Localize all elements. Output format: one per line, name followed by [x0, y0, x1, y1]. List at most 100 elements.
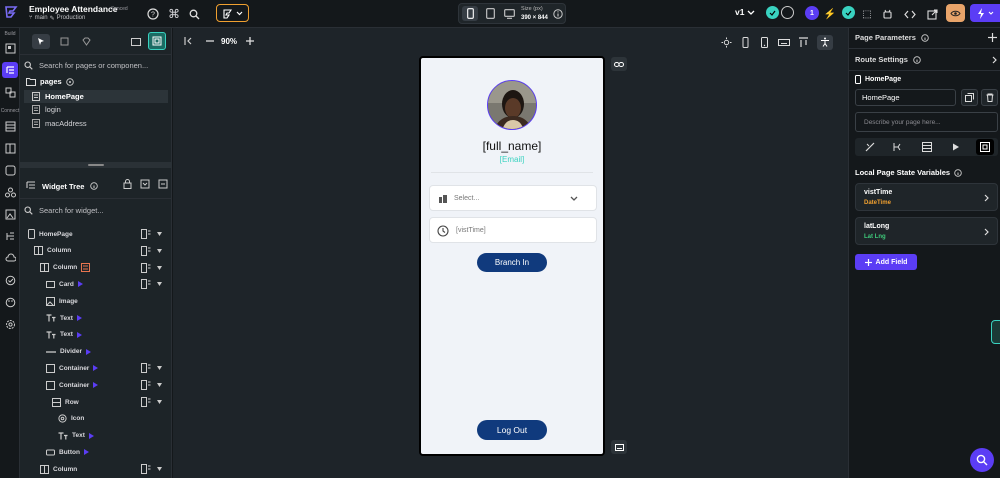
info-icon[interactable] [90, 182, 99, 190]
route-settings-header[interactable]: Route Settings [855, 55, 997, 64]
wrap-widget-icon[interactable] [141, 380, 162, 391]
help-icon[interactable]: ? [145, 6, 161, 22]
state-variable-latLong[interactable]: latLong Lat Lng [855, 217, 998, 245]
zoom-out-button[interactable] [204, 35, 216, 47]
search-icon[interactable] [186, 6, 202, 22]
app-state-nav-icon[interactable] [2, 140, 18, 156]
pages-nav-icon[interactable] [2, 40, 18, 56]
tree-row-text[interactable]: Text [46, 310, 168, 326]
zoom-level[interactable]: 90% [221, 37, 237, 46]
collaborator-avatars[interactable] [766, 6, 794, 20]
phone-device-button[interactable] [462, 6, 478, 21]
collapse-panel-icon[interactable] [183, 35, 195, 47]
tests-nav-icon[interactable] [2, 272, 18, 288]
zoom-in-button[interactable] [244, 35, 256, 47]
tree-row-container[interactable]: Container [46, 360, 168, 376]
firestore-nav-icon[interactable] [2, 162, 18, 178]
help-chat-button[interactable] [970, 448, 994, 472]
android-icon[interactable] [879, 6, 895, 22]
warning-icon[interactable] [81, 263, 91, 273]
sun-icon[interactable] [721, 37, 732, 48]
wrap-widget-icon[interactable] [141, 245, 162, 256]
tree-row-container[interactable]: Container [46, 377, 168, 393]
page-name-field[interactable]: HomePage [855, 89, 956, 106]
code-icon[interactable] [902, 6, 918, 22]
extension-icon[interactable]: ⬚ [859, 6, 875, 22]
state-variable-vistTime[interactable]: vistTime DateTime [855, 183, 998, 211]
page-item-macaddress[interactable]: macAddress [24, 117, 168, 130]
tree-row-icon[interactable]: Icon [58, 411, 168, 427]
widget-search-input[interactable]: Search for widget... [24, 202, 168, 218]
expand-arrow-icon[interactable] [77, 281, 83, 288]
add-page-button[interactable] [148, 32, 166, 50]
components-nav-icon[interactable] [2, 84, 18, 100]
tree-row-image[interactable]: Image [46, 293, 168, 309]
device-size-value[interactable]: 390 × 844 [521, 15, 548, 21]
expand-arrow-icon[interactable] [93, 365, 99, 372]
check-circle-icon[interactable] [842, 6, 855, 19]
info-icon[interactable] [550, 6, 566, 22]
tree-row-column[interactable]: Column [34, 243, 168, 259]
accessibility-tool[interactable] [817, 34, 833, 50]
api-nav-icon[interactable] [2, 184, 18, 200]
wrap-widget-icon[interactable] [141, 363, 162, 374]
desktop-device-button[interactable] [501, 6, 517, 21]
wrap-widget-icon[interactable] [141, 262, 162, 273]
tree-row-card[interactable]: Card [46, 276, 168, 292]
tab-actions[interactable] [889, 140, 907, 154]
open-external-icon[interactable] [924, 6, 940, 22]
add-field-button[interactable]: Add Field [855, 254, 917, 270]
cloud-functions-nav-icon[interactable] [2, 250, 18, 266]
align-tool-icon[interactable] [798, 36, 809, 48]
tree-row-column[interactable]: Column [40, 461, 168, 477]
notification-badge[interactable]: 1 [805, 6, 819, 20]
tab-backend-query[interactable] [918, 140, 936, 154]
tree-row-text[interactable]: Text [58, 428, 168, 444]
tablet-device-button[interactable] [482, 6, 498, 21]
components-tab[interactable] [56, 34, 72, 49]
wrap-widget-icon[interactable] [141, 464, 162, 475]
panel-resize-handle[interactable] [20, 162, 172, 168]
tree-row-button[interactable]: Button [46, 444, 168, 460]
tree-row-homepage[interactable]: HomePage [28, 226, 168, 242]
folder-add-button[interactable] [128, 34, 144, 49]
expand-arrow-icon[interactable] [76, 315, 82, 321]
pages-folder-header[interactable]: pages [26, 77, 74, 86]
phone-outline-icon[interactable] [740, 36, 751, 48]
storyboard-nav-icon[interactable] [2, 118, 18, 134]
branch-info[interactable]: ⑂ main ✎ Production [29, 15, 85, 22]
branch-in-button[interactable]: Branch In [477, 253, 547, 272]
log-out-button[interactable]: Log Out [477, 420, 547, 440]
pages-tab[interactable] [32, 34, 50, 49]
lock-icon[interactable] [123, 179, 132, 189]
branch-select-dropdown[interactable]: Select... [429, 185, 597, 211]
phone-frame-icon[interactable] [759, 36, 770, 48]
tab-properties[interactable] [861, 140, 879, 154]
custom-code-nav-icon[interactable] [2, 228, 18, 244]
expand-arrow-icon[interactable] [88, 432, 94, 439]
page-description-field[interactable]: Describe your page here... [855, 112, 998, 132]
project-title[interactable]: Employee Attendance [29, 4, 118, 14]
pages-search-input[interactable]: Search for pages or componen... [24, 57, 168, 73]
expand-arrow-icon[interactable] [86, 348, 92, 355]
tree-row-text[interactable]: Text [46, 327, 168, 343]
tree-row-column[interactable]: Column [40, 260, 168, 276]
wrap-widget-icon[interactable] [141, 229, 162, 239]
link-chip[interactable] [611, 57, 627, 71]
run-button[interactable] [970, 4, 1000, 22]
page-parameters-header[interactable]: Page Parameters [855, 33, 997, 42]
keyboard-chip[interactable] [611, 440, 627, 454]
expand-arrow-icon[interactable] [93, 382, 99, 389]
keyboard-icon[interactable] [778, 37, 790, 48]
theme-nav-icon[interactable] [2, 294, 18, 310]
assets-tab[interactable] [78, 34, 94, 49]
version-selector[interactable]: v1 [735, 7, 755, 17]
copy-button[interactable] [961, 89, 978, 106]
widget-tree-nav-icon[interactable] [2, 62, 18, 78]
expand-arrow-icon[interactable] [76, 331, 82, 338]
bolt-check-icon[interactable]: ⚡ [822, 6, 838, 22]
tree-row-row[interactable]: Row [52, 394, 168, 410]
media-nav-icon[interactable] [2, 206, 18, 222]
page-item-homepage[interactable]: HomePage [24, 90, 168, 103]
collapse-tree-icon[interactable] [158, 179, 168, 189]
